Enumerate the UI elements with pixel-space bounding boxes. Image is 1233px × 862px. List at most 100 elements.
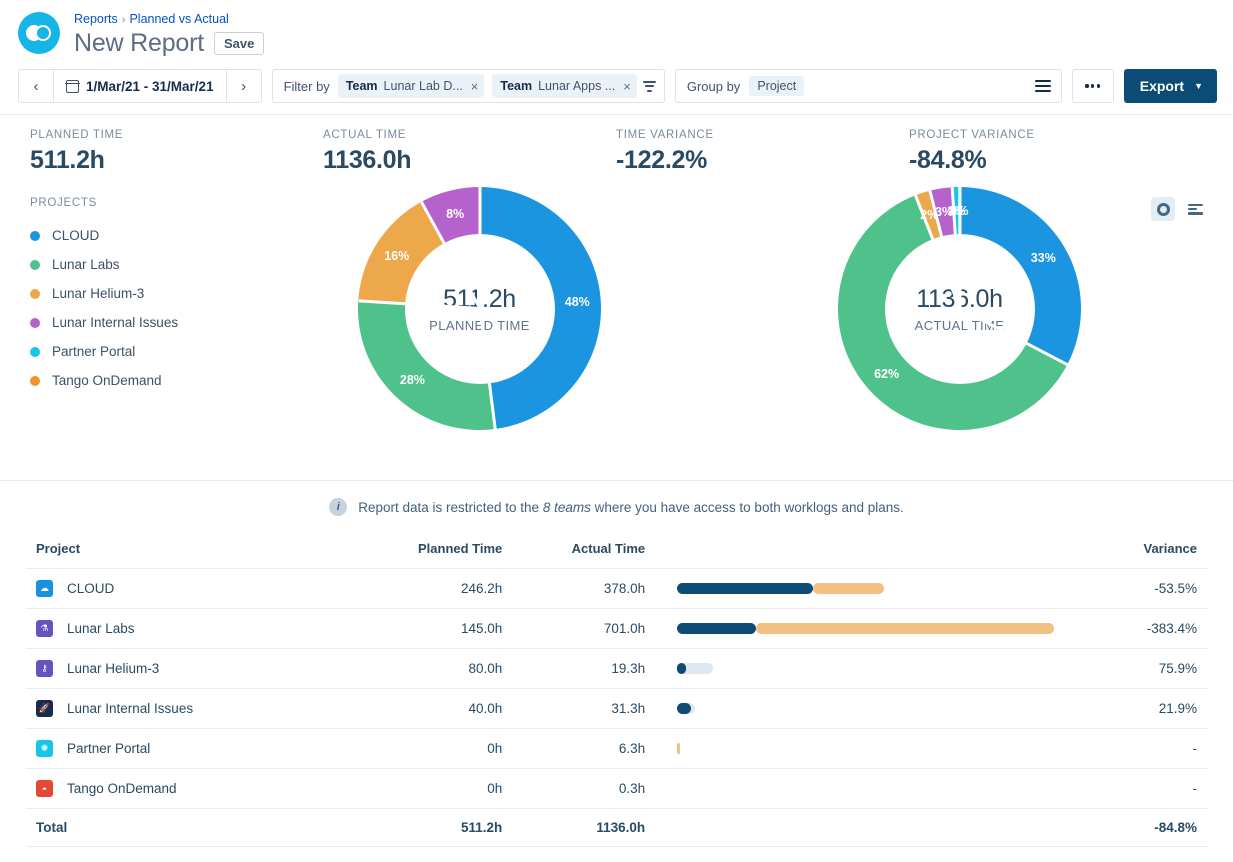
export-label: Export	[1124, 78, 1194, 94]
donut-slice-separator	[958, 187, 961, 309]
actual-time-donut-chart: 1136.0h ACTUAL TIME 33%62%2%3%1%0%	[838, 187, 1081, 430]
kpi-label: ACTUAL TIME	[323, 129, 616, 141]
legend-label: Lunar Labs	[52, 257, 120, 272]
filter-funnel-icon[interactable]	[643, 81, 656, 92]
column-header-project[interactable]: Project	[26, 533, 350, 569]
donut-slice-label: 8%	[446, 207, 464, 221]
table-row[interactable]: ☁CLOUD246.2h378.0h-53.5%	[26, 569, 1207, 609]
project-name[interactable]: Lunar Internal Issues	[67, 701, 193, 716]
total-actual-time: 1136.0h	[512, 809, 655, 847]
cell-planned-time: 0h	[350, 729, 512, 769]
group-by-chip-project[interactable]: Project	[749, 76, 804, 96]
project-name[interactable]: Lunar Labs	[67, 621, 135, 636]
lifering-icon: ✺	[36, 740, 53, 757]
filter-chip-remove-icon[interactable]: ×	[469, 79, 479, 94]
key-icon: ⚷	[36, 660, 53, 677]
more-actions-button[interactable]	[1072, 69, 1114, 103]
legend-color-dot	[30, 347, 40, 357]
project-name[interactable]: Tango OnDemand	[67, 781, 177, 796]
date-range-picker[interactable]: 1/Mar/21 - 31/Mar/21	[54, 70, 226, 102]
chevron-down-icon[interactable]: ▼	[1194, 81, 1217, 91]
filter-control: Filter by Team Lunar Lab D... × Team Lun…	[272, 69, 665, 103]
cell-bar	[655, 569, 1064, 609]
legend-item-cloud[interactable]: CLOUD	[30, 221, 178, 250]
cell-planned-time: 246.2h	[350, 569, 512, 609]
legend-item-partner-portal[interactable]: Partner Portal	[30, 337, 178, 366]
export-button[interactable]: Export ▼	[1124, 69, 1217, 103]
cell-bar	[655, 689, 1064, 729]
legend-color-dot	[30, 289, 40, 299]
planet-icon: ◓	[36, 780, 53, 797]
legend-label: Lunar Internal Issues	[52, 315, 178, 330]
donut-slice-separator	[478, 187, 481, 309]
legend-color-dot	[30, 376, 40, 386]
legend-item-tango-ondemand[interactable]: Tango OnDemand	[30, 366, 178, 395]
filter-chip-team-2[interactable]: Team Lunar Apps ... ×	[492, 74, 636, 98]
filter-chip-remove-icon[interactable]: ×	[621, 79, 631, 94]
cell-variance: -	[1064, 769, 1207, 809]
info-text-after: where you have access to both worklogs a…	[591, 500, 904, 515]
legend-label: Tango OnDemand	[52, 373, 162, 388]
report-table-wrapper: Project Planned Time Actual Time Varianc…	[0, 533, 1233, 846]
legend-item-lunar-helium-3[interactable]: Lunar Helium-3	[30, 279, 178, 308]
info-banner-link[interactable]: 8 teams	[543, 500, 591, 515]
column-header-variance[interactable]: Variance	[1064, 533, 1207, 569]
donut-ring[interactable]: 511.2h PLANNED TIME 48%28%16%8%	[358, 187, 601, 430]
cell-actual-time: 19.3h	[512, 649, 655, 689]
projects-legend: CLOUD Lunar Labs Lunar Helium-3 Lunar Inter…	[30, 221, 178, 395]
title-block: Reports›Planned vs Actual New Report Sav…	[74, 10, 264, 58]
planned-time-donut-chart: 511.2h PLANNED TIME 48%28%16%8%	[358, 187, 601, 430]
info-banner: i Report data is restricted to the 8 tea…	[0, 481, 1233, 533]
column-header-bar	[655, 533, 1064, 569]
cell-actual-time: 701.0h	[512, 609, 655, 649]
donut-slice-label: 33%	[1031, 251, 1056, 265]
info-banner-text: Report data is restricted to the 8 teams…	[358, 500, 904, 515]
info-icon: i	[329, 498, 347, 516]
filter-chip-team-1[interactable]: Team Lunar Lab D... ×	[338, 74, 485, 98]
column-header-actual-time[interactable]: Actual Time	[512, 533, 655, 569]
flask-icon: ⚗	[36, 620, 53, 637]
page-header: Reports›Planned vs Actual New Report Sav…	[0, 0, 1233, 60]
breadcrumb-reports[interactable]: Reports	[74, 12, 118, 26]
kpi-value: 1136.0h	[323, 146, 616, 175]
kpi-value: 511.2h	[30, 146, 323, 175]
table-row[interactable]: 🚀Lunar Internal Issues40.0h31.3h21.9%	[26, 689, 1207, 729]
variance-bar	[677, 583, 1054, 594]
project-name[interactable]: Lunar Helium-3	[67, 661, 159, 676]
legend-item-lunar-internal-issues[interactable]: Lunar Internal Issues	[30, 308, 178, 337]
bar-segment-actual	[677, 743, 680, 754]
table-row[interactable]: ✺Partner Portal0h6.3h-	[26, 729, 1207, 769]
table-row[interactable]: ◓Tango OnDemand0h0.3h-	[26, 769, 1207, 809]
donut-slice-label: 62%	[874, 367, 899, 381]
column-header-planned-time[interactable]: Planned Time	[350, 533, 512, 569]
legend-color-dot	[30, 260, 40, 270]
save-button[interactable]: Save	[214, 32, 264, 55]
kpi-label: PLANNED TIME	[30, 129, 323, 141]
total-planned-time: 511.2h	[350, 809, 512, 847]
next-period-button[interactable]: ›	[227, 70, 261, 102]
cell-bar	[655, 769, 1064, 809]
column-options-icon[interactable]	[1035, 80, 1051, 92]
filter-chip-key: Team	[500, 79, 532, 93]
rocket-icon: 🚀	[36, 700, 53, 717]
bar-chart-toggle[interactable]	[1183, 197, 1207, 221]
project-name[interactable]: CLOUD	[67, 581, 114, 596]
toolbar: ‹ 1/Mar/21 - 31/Mar/21 › Filter by Team …	[0, 60, 1233, 108]
breadcrumb-separator: ›	[122, 14, 126, 26]
donut-chart-toggle[interactable]	[1151, 197, 1175, 221]
table-row[interactable]: ⚷Lunar Helium-380.0h19.3h75.9%	[26, 649, 1207, 689]
cell-variance: 21.9%	[1064, 689, 1207, 729]
donut-ring[interactable]: 1136.0h ACTUAL TIME 33%62%2%3%1%0%	[838, 187, 1081, 430]
table-row[interactable]: ⚗Lunar Labs145.0h701.0h-383.4%	[26, 609, 1207, 649]
cell-actual-time: 378.0h	[512, 569, 655, 609]
breadcrumb-planned-vs-actual[interactable]: Planned vs Actual	[129, 12, 228, 26]
report-page: Reports›Planned vs Actual New Report Sav…	[0, 0, 1233, 862]
legend-label: Lunar Helium-3	[52, 286, 144, 301]
project-name[interactable]: Partner Portal	[67, 741, 150, 756]
legend-item-lunar-labs[interactable]: Lunar Labs	[30, 250, 178, 279]
bar-segment-planned	[677, 663, 686, 674]
bar-segment-planned	[677, 623, 756, 634]
kpi-value: -84.8%	[909, 146, 1202, 175]
tempo-logo-icon	[18, 12, 60, 54]
prev-period-button[interactable]: ‹	[19, 70, 53, 102]
